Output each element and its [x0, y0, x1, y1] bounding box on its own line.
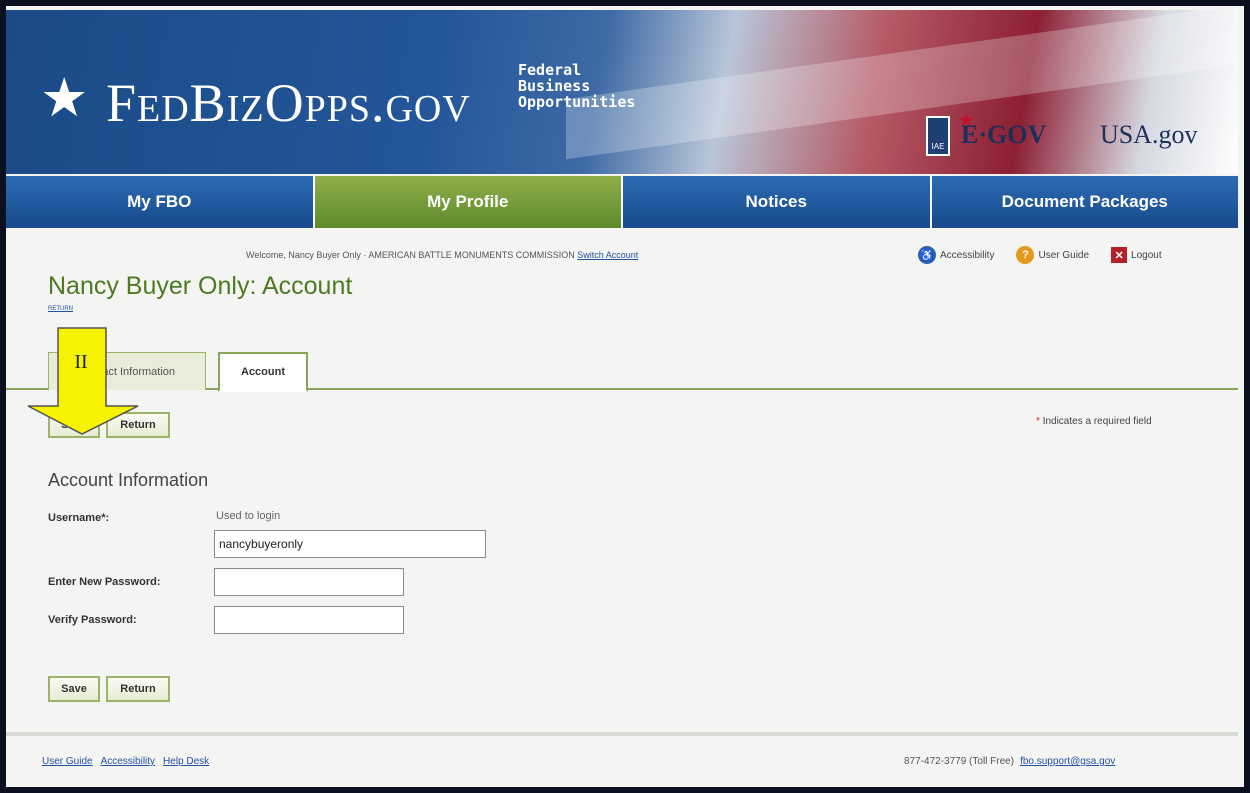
welcome-text: Welcome, Nancy Buyer Only · AMERICAN BAT… — [246, 250, 575, 260]
nav-my-fbo[interactable]: My FBO — [6, 176, 315, 228]
logo-sub-line-1: Federal — [518, 61, 582, 79]
usagov-logo: USA.gov — [1100, 120, 1198, 149]
verify-password-field[interactable] — [214, 606, 404, 634]
new-password-label: Enter New Password: — [48, 576, 161, 588]
section-title: Account Information — [48, 470, 209, 490]
logo-subtitle: Federal Business Opportunities — [518, 62, 635, 110]
accessibility-icon: ♿ — [918, 246, 936, 264]
close-icon: ✕ — [1111, 247, 1128, 263]
callout-label: II — [74, 350, 88, 373]
username-field[interactable] — [214, 530, 486, 558]
verify-password-label: Verify Password: — [48, 614, 137, 626]
footer-help-desk-link[interactable]: Help Desk — [163, 756, 209, 767]
page-title: Nancy Buyer Only: Account — [48, 272, 353, 300]
footer-contact: 877-472-3779 (Toll Free) fbo.support@gsa… — [904, 756, 1115, 767]
required-field-note: * Indicates a required field — [1036, 416, 1152, 427]
main-content: Welcome, Nancy Buyer Only · AMERICAN BAT… — [6, 230, 1238, 730]
site-logo-text: FedBizOpps.gov — [106, 73, 471, 133]
footer-user-guide-link[interactable]: User Guide — [42, 756, 93, 767]
tab-account[interactable]: Account — [218, 352, 308, 392]
switch-account-link[interactable]: Switch Account — [577, 250, 638, 260]
header-banner: ★ FedBizOpps.gov Federal Business Opport… — [6, 10, 1238, 174]
required-note-text: Indicates a required field — [1042, 416, 1152, 427]
logout-label: Logout — [1131, 249, 1162, 261]
nav-notices[interactable]: Notices — [623, 176, 932, 228]
footer-accessibility-link[interactable]: Accessibility — [101, 756, 155, 767]
help-icon: ? — [1016, 246, 1035, 264]
return-link[interactable]: RETURN — [48, 306, 73, 312]
required-star: * — [1036, 416, 1040, 427]
nav-document-packages[interactable]: Document Packages — [931, 176, 1238, 228]
accessibility-link[interactable]: ♿ Accessibility — [918, 246, 994, 264]
username-hint: Used to login — [216, 510, 281, 522]
user-guide-label: User Guide — [1038, 249, 1090, 261]
new-password-field[interactable] — [214, 568, 404, 596]
username-label: Username*: — [48, 512, 110, 524]
nav-my-profile[interactable]: My Profile — [314, 176, 623, 228]
logo-sub-line-3: Opportunities — [518, 93, 636, 111]
footer-phone: 877-472-3779 (Toll Free) — [904, 756, 1015, 767]
logo-sub-line-2: Business — [518, 77, 591, 95]
save-button-bottom[interactable]: Save — [48, 676, 100, 702]
top-tools: ♿ Accessibility ? User Guide ✕ Logout — [918, 246, 1162, 264]
logout-link[interactable]: ✕ Logout — [1111, 246, 1162, 264]
welcome-message: Welcome, Nancy Buyer Only · AMERICAN BAT… — [246, 250, 638, 260]
accessibility-label: Accessibility — [940, 249, 995, 261]
iae-seal-icon: IAE — [926, 116, 950, 156]
star-icon: ★ — [40, 66, 89, 129]
tab-bar: Contact Information Account — [6, 352, 1238, 392]
return-button-bottom[interactable]: Return — [106, 676, 170, 702]
footer: User Guide Accessibility Help Desk 877-4… — [6, 732, 1238, 787]
egov-logo: E·GOV — [961, 120, 1047, 149]
footer-links: User Guide Accessibility Help Desk — [42, 756, 209, 767]
footer-email-link[interactable]: fbo.support@gsa.gov — [1020, 756, 1115, 767]
user-guide-link[interactable]: ? User Guide — [1016, 246, 1089, 264]
main-nav: My FBO My Profile Notices Document Packa… — [6, 176, 1238, 228]
